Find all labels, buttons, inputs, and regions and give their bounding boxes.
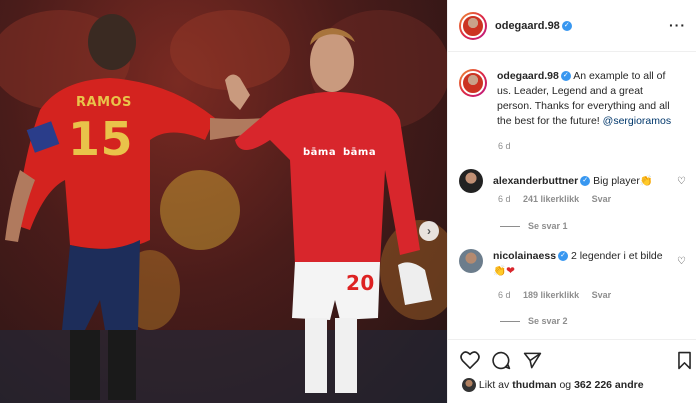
caption-mention-link[interactable]: @sergioramos bbox=[603, 115, 671, 127]
view-replies-button[interactable]: Se svar 2 bbox=[500, 316, 568, 326]
post-photo-illustration bbox=[0, 10, 447, 403]
post-side-panel: odegaard.98 ✓ ··· odegaard.98 ✓ An exampl… bbox=[447, 0, 696, 403]
liker-avatar bbox=[462, 378, 476, 392]
comment-emoji: 👏 bbox=[639, 175, 653, 187]
comment-meta: 6 d 189 likerklikk Svar bbox=[498, 290, 621, 300]
view-replies-button[interactable]: Se svar 1 bbox=[500, 221, 568, 231]
comment-likes[interactable]: 241 likerklikk bbox=[523, 194, 579, 204]
jersey-sponsor-left: bāma bbox=[303, 147, 337, 158]
author-avatar[interactable] bbox=[459, 11, 487, 40]
commenter-avatar[interactable] bbox=[459, 169, 483, 193]
post-header: odegaard.98 ✓ ··· bbox=[448, 0, 696, 52]
verified-badge-icon: ✓ bbox=[561, 20, 572, 31]
jersey-number-left: 15 bbox=[68, 112, 134, 166]
caption-username[interactable]: odegaard.98 bbox=[497, 70, 559, 82]
caption: odegaard.98 ✓ An example to all of us. Le… bbox=[448, 69, 696, 129]
likes-connector: og bbox=[559, 378, 572, 391]
bookmark-icon[interactable] bbox=[677, 351, 692, 370]
comment-meta: 6 d 241 likerklikk Svar bbox=[498, 194, 621, 204]
comment-text: nicolainaess ✓ 2 legender i et bilde 👏❤ bbox=[493, 249, 673, 279]
comment-age[interactable]: 6 d bbox=[498, 290, 511, 300]
comment-username[interactable]: nicolainaess bbox=[493, 250, 556, 262]
likes-others-link[interactable]: 362 226 andre bbox=[574, 379, 643, 391]
verified-badge-icon: ✓ bbox=[560, 71, 571, 82]
comment-text: alexanderbuttner ✓ Big player👏 bbox=[493, 169, 673, 193]
verified-badge-icon: ✓ bbox=[558, 251, 569, 262]
comment-body: 2 legender i et bilde bbox=[570, 250, 663, 262]
post-actions-bar: Likt av thudman og 362 226 andre bbox=[448, 339, 696, 403]
reply-button[interactable]: Svar bbox=[592, 290, 612, 300]
comment-likes[interactable]: 189 likerklikk bbox=[523, 290, 579, 300]
chevron-right-icon: › bbox=[427, 224, 431, 238]
likes-prefix: Likt av bbox=[478, 378, 510, 391]
comment-age[interactable]: 6 d bbox=[498, 194, 511, 204]
author-username[interactable]: odegaard.98 bbox=[495, 20, 560, 32]
comments-list[interactable]: odegaard.98 ✓ An example to all of us. Le… bbox=[448, 53, 696, 339]
jersey-number-right: 20 bbox=[346, 271, 375, 295]
caption-meta: 6 d bbox=[498, 141, 521, 151]
comment-emoji: 👏❤ bbox=[493, 265, 515, 277]
jersey-sponsor-right: bāma bbox=[343, 147, 377, 158]
likes-summary: Likt av thudman og 362 226 andre bbox=[462, 378, 644, 392]
like-comment-heart-icon[interactable]: ♡ bbox=[677, 176, 686, 187]
share-icon[interactable] bbox=[523, 351, 542, 370]
post-image[interactable]: RAMOS 15 bāma bāma 20 › bbox=[0, 0, 447, 403]
comment-item: alexanderbuttner ✓ Big player👏 bbox=[448, 169, 696, 193]
commenter-avatar[interactable] bbox=[459, 249, 483, 273]
comment-username[interactable]: alexanderbuttner bbox=[493, 175, 578, 187]
verified-badge-icon: ✓ bbox=[580, 176, 591, 187]
heart-icon[interactable] bbox=[460, 351, 480, 369]
ellipsis-icon[interactable]: ··· bbox=[669, 17, 686, 33]
caption-text: odegaard.98 ✓ An example to all of us. Le… bbox=[497, 69, 677, 129]
liker-username[interactable]: thudman bbox=[512, 379, 556, 391]
caption-age[interactable]: 6 d bbox=[498, 141, 511, 151]
author-avatar[interactable] bbox=[459, 69, 487, 97]
reply-button[interactable]: Svar bbox=[592, 194, 612, 204]
carousel-next-button[interactable]: › bbox=[419, 221, 439, 241]
jersey-name-left: RAMOS bbox=[76, 95, 132, 110]
like-comment-heart-icon[interactable]: ♡ bbox=[677, 256, 686, 267]
comment-body: Big player bbox=[593, 175, 640, 187]
comment-item: nicolainaess ✓ 2 legender i et bilde 👏❤ bbox=[448, 249, 696, 279]
comment-icon[interactable] bbox=[492, 351, 511, 370]
